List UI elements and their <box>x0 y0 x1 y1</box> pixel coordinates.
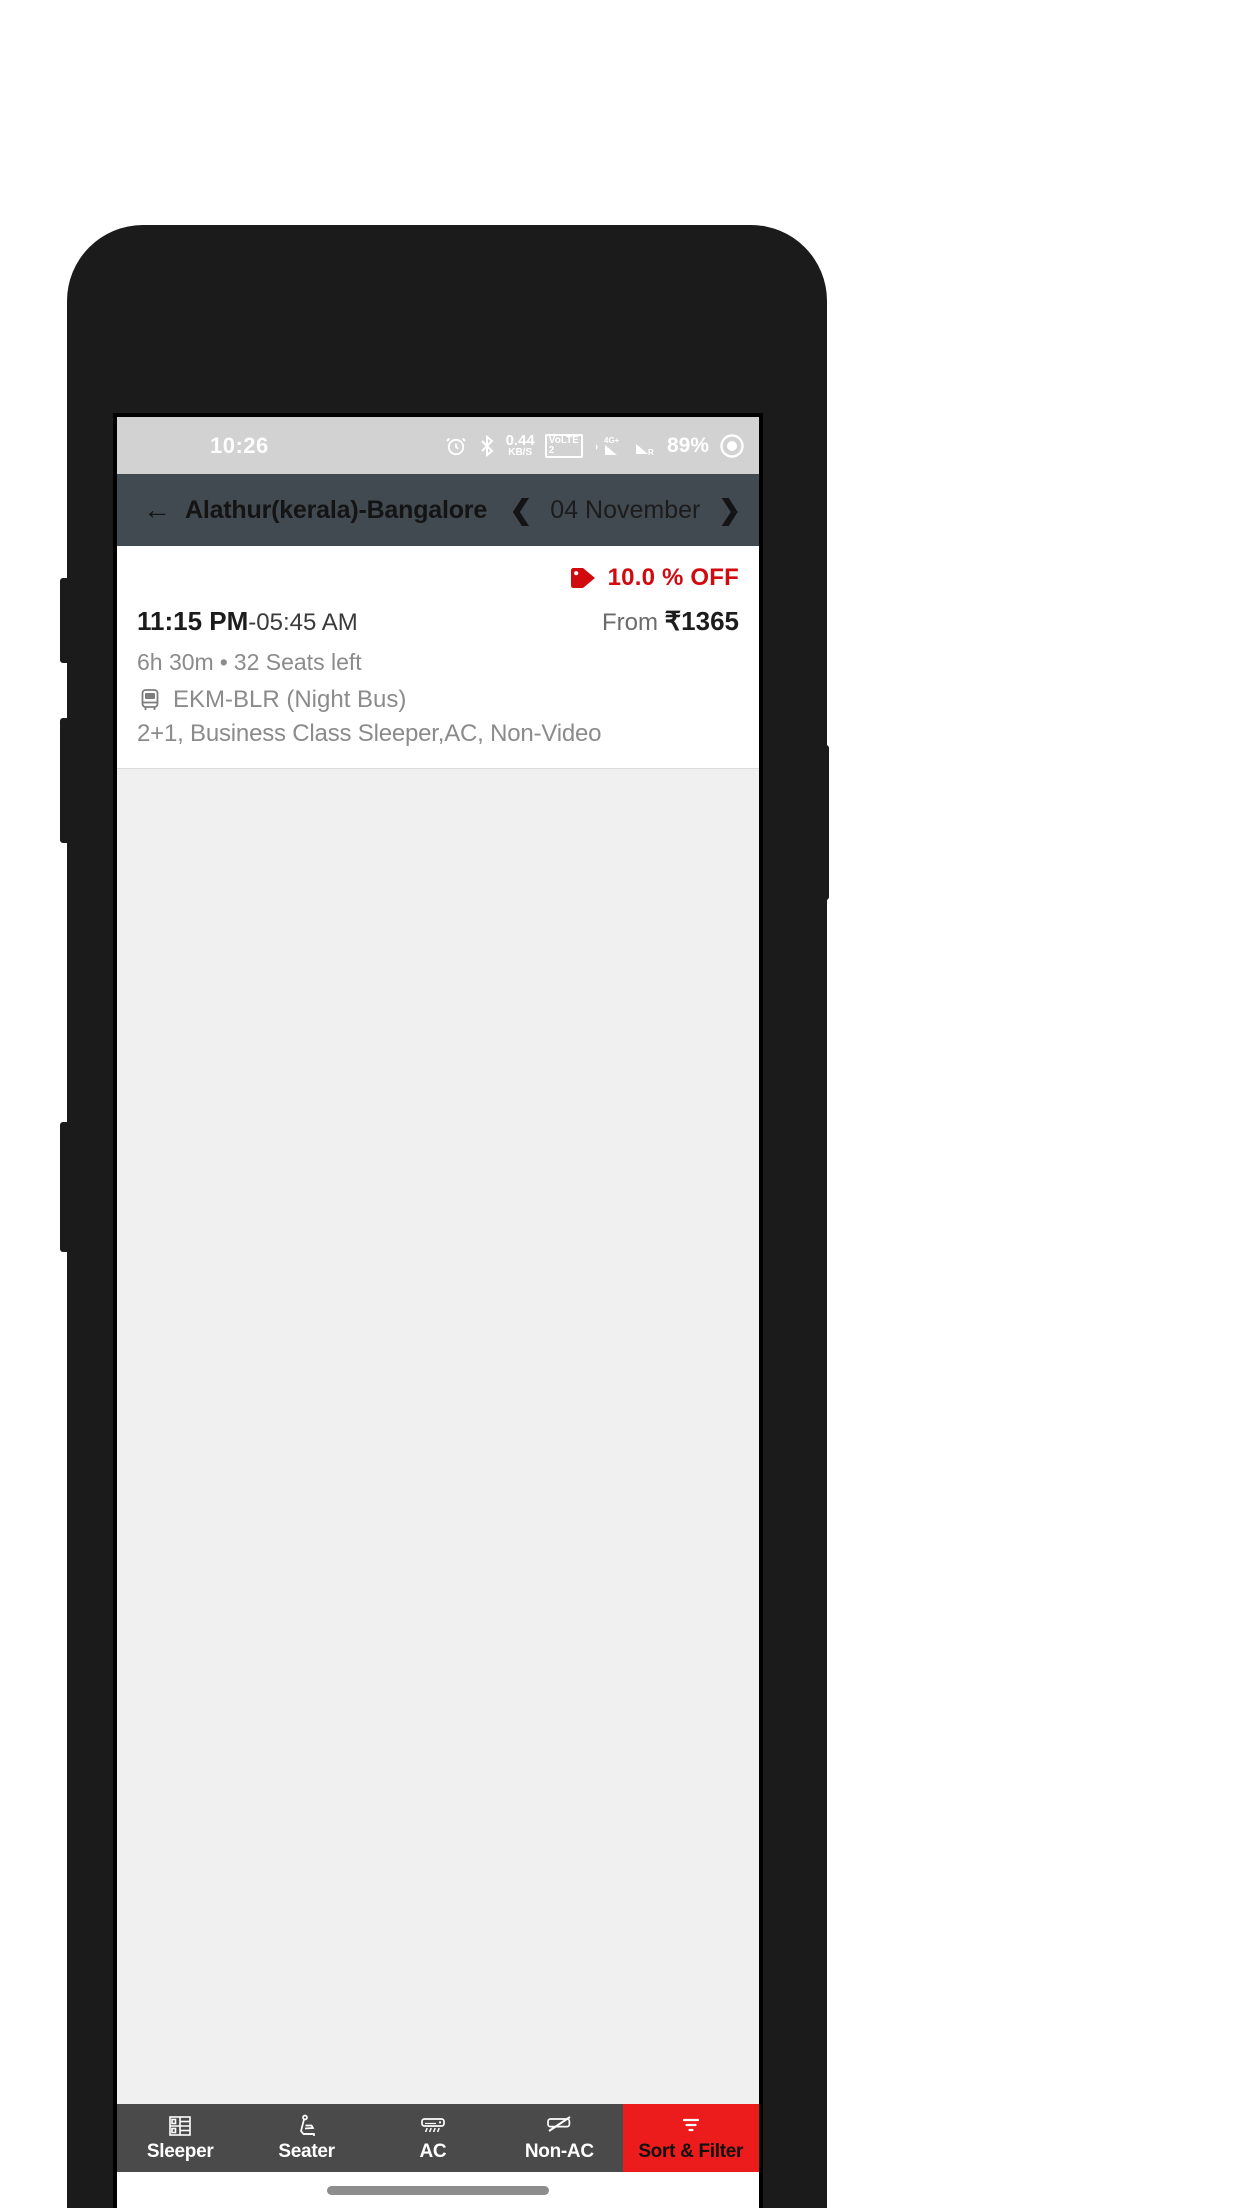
bus-type-text: 2+1, Business Class Sleeper,AC, Non-Vide… <box>137 720 602 747</box>
filter-tab-seater[interactable]: Seater <box>243 2104 369 2172</box>
signal-roaming-icon: R <box>633 434 657 458</box>
status-bar-icons: 0.44 KB/S VoLTE 2 4G+ R 89% <box>444 433 745 459</box>
bus-result-card[interactable]: 10.0 % OFF 11:15 PM-05:45 AM From ₹1365 … <box>117 546 759 769</box>
volume-up-button[interactable] <box>60 578 72 663</box>
assistant-button[interactable] <box>60 1122 72 1252</box>
power-button[interactable] <box>815 745 829 900</box>
price-prefix: From <box>601 609 658 636</box>
network-speed-unit: KB/S <box>508 447 533 458</box>
bottom-filter-bar: Sleeper Seater AC Non-AC Sort & Filter <box>117 2104 759 2172</box>
selected-date[interactable]: 04 November <box>550 496 700 525</box>
journey-times: 11:15 PM-05:45 AM <box>137 606 358 637</box>
back-arrow-icon[interactable]: ← <box>143 496 171 524</box>
route-title: Alathur(kerala)-Bangalore <box>185 495 488 524</box>
filter-tab-sleeper[interactable]: Sleeper <box>117 2104 243 2172</box>
bus-icon <box>137 687 163 713</box>
volte-icon: VoLTE 2 <box>544 433 583 458</box>
price-tag-icon <box>570 567 596 589</box>
filter-tab-non-ac[interactable]: Non-AC <box>496 2104 622 2172</box>
volume-down-button[interactable] <box>60 718 72 843</box>
screenshot-root: 10:26 0.44 KB/S VoLTE 2 4G+ R 89% ← Alat… <box>0 0 1242 2208</box>
home-gesture-pill[interactable] <box>327 2185 549 2195</box>
arrival-time: 05:45 AM <box>256 609 358 636</box>
duration-seats-row: 6h 30m • 32 Seats left <box>137 649 739 676</box>
app-bar: ← Alathur(kerala)-Bangalore ❮ 04 Novembe… <box>117 474 759 546</box>
filter-icon <box>678 2113 704 2139</box>
date-selector: ❮ 04 November ❯ <box>510 496 741 525</box>
offer-text: 10.0 % OFF <box>607 564 739 591</box>
chevron-left-icon[interactable]: ❮ <box>510 496 533 524</box>
price-amount: 1365 <box>681 606 739 636</box>
duration-text: 6h 30m <box>137 649 214 675</box>
price-block: From ₹1365 <box>602 606 739 637</box>
departure-time: 11:15 PM <box>137 606 249 636</box>
volte-sim: 2 <box>548 444 555 456</box>
battery-percent: 89% <box>666 433 709 457</box>
app-bar-left: ← Alathur(kerala)-Bangalore <box>143 496 487 525</box>
svg-text:R: R <box>648 448 654 457</box>
filter-tab-label: Sleeper <box>146 2141 214 2162</box>
phone-screen: 10:26 0.44 KB/S VoLTE 2 4G+ R 89% ← Alat… <box>113 413 763 2208</box>
filter-tab-label: Seater <box>278 2141 335 2162</box>
price-currency: ₹ <box>664 606 682 636</box>
operator-row: EKM-BLR (Night Bus) <box>137 686 739 714</box>
signal-icon: 4G+ <box>593 434 623 458</box>
system-navigation-bar <box>117 2172 759 2208</box>
filter-tab-label: Sort & Filter <box>638 2141 744 2162</box>
filter-tab-label: Non-AC <box>524 2141 594 2162</box>
offer-badge: 10.0 % OFF <box>137 564 739 592</box>
filter-tab-label: AC <box>419 2141 447 2162</box>
filter-tab-ac[interactable]: AC <box>370 2104 496 2172</box>
network-speed-icon: 0.44 KB/S <box>506 433 535 458</box>
air-conditioner-off-icon <box>544 2113 574 2139</box>
air-conditioner-icon <box>419 2113 447 2139</box>
alarm-icon <box>444 434 468 458</box>
time-price-row: 11:15 PM-05:45 AM From ₹1365 <box>137 606 739 637</box>
sort-and-filter-button[interactable]: Sort & Filter <box>622 2104 759 2172</box>
meta-bullet: • <box>219 649 228 675</box>
svg-text:4G+: 4G+ <box>604 436 620 445</box>
status-bar: 10:26 0.44 KB/S VoLTE 2 4G+ R 89% <box>117 417 759 474</box>
chevron-right-icon[interactable]: ❯ <box>718 496 741 524</box>
record-icon <box>719 433 745 459</box>
operator-name: EKM-BLR (Night Bus) <box>173 686 407 713</box>
network-speed-value: 0.44 <box>505 432 535 449</box>
seats-left-text: 32 Seats left <box>233 649 362 675</box>
bluetooth-icon <box>478 434 496 458</box>
status-bar-time: 10:26 <box>210 432 269 458</box>
sleeper-berth-icon <box>167 2113 193 2139</box>
seat-icon <box>294 2113 320 2139</box>
volte-label: VoLTE <box>548 434 579 446</box>
